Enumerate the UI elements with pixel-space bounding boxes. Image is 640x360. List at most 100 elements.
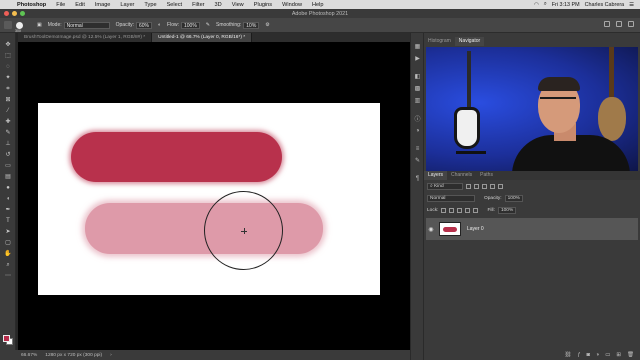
gradients-panel-icon[interactable]: ▥ xyxy=(414,97,421,104)
document-canvas[interactable] xyxy=(38,103,380,295)
brush-settings-icon[interactable]: ▣ xyxy=(37,22,42,28)
rectangle-tool-icon[interactable]: ▢ xyxy=(4,239,12,247)
menu-filter[interactable]: Filter xyxy=(192,2,204,8)
eyedropper-tool-icon[interactable]: ⁄ xyxy=(4,107,12,115)
info-panel-icon[interactable]: ⓘ xyxy=(414,115,421,123)
gradient-tool-icon[interactable]: ▤ xyxy=(4,173,12,181)
crop-tool-icon[interactable]: ⌗ xyxy=(4,85,12,93)
menu-select[interactable]: Select xyxy=(167,2,183,8)
brush-preset-picker[interactable]: 300 xyxy=(15,21,23,33)
blur-tool-icon[interactable]: ● xyxy=(4,184,12,192)
pen-tool-icon[interactable]: ✒ xyxy=(4,206,12,214)
new-layer-icon[interactable]: ⊞ xyxy=(616,352,621,358)
menu-window[interactable]: Window xyxy=(282,2,302,8)
healing-brush-tool-icon[interactable]: ✚ xyxy=(4,118,12,126)
layer-row[interactable]: ◉ Layer 0 xyxy=(426,218,638,240)
menu-layer[interactable]: Layer xyxy=(120,2,134,8)
airbrush-icon[interactable]: ✎ xyxy=(206,22,210,28)
smart-object-filter-icon[interactable] xyxy=(498,184,503,189)
pressure-opacity-icon[interactable]: ◐ xyxy=(158,22,161,28)
tab-navigator[interactable]: Navigator xyxy=(454,37,485,46)
link-layers-icon[interactable]: ⛓ xyxy=(565,352,572,358)
user-name[interactable]: Charles Cabrera xyxy=(585,2,625,8)
zoom-level[interactable]: 66.67% xyxy=(21,353,37,358)
layer-opacity-input[interactable]: 100% xyxy=(504,195,523,202)
hand-tool-icon[interactable]: ✋ xyxy=(4,250,12,258)
menu-view[interactable]: View xyxy=(232,2,244,8)
mode-select[interactable]: Normal xyxy=(63,21,110,29)
trash-icon[interactable]: 🗑 xyxy=(627,352,634,358)
kind-filter-select[interactable]: ⌕ Kind xyxy=(427,183,463,190)
lock-position-icon[interactable] xyxy=(457,208,463,213)
adjustment-filter-icon[interactable] xyxy=(474,184,479,189)
eye-icon[interactable]: ◉ xyxy=(426,226,436,233)
tab-histogram[interactable]: Histogram xyxy=(424,37,455,46)
history-panel-icon[interactable]: ▦ xyxy=(414,43,421,50)
lock-artboard-icon[interactable] xyxy=(465,208,471,213)
lock-image-icon[interactable] xyxy=(449,208,455,213)
lock-all-icon[interactable] xyxy=(473,208,479,213)
actions-panel-icon[interactable]: ▶ xyxy=(414,55,421,62)
tab-untitled-1[interactable]: Untitled-1 @ 66.7% (Layer 0, RGB/16*) * xyxy=(152,33,253,42)
minimize-window-button[interactable] xyxy=(12,11,17,16)
eraser-tool-icon[interactable]: ▭ xyxy=(4,162,12,170)
type-tool-icon[interactable]: T xyxy=(4,217,12,225)
menu-type[interactable]: Type xyxy=(144,2,156,8)
brush-tool-icon[interactable]: ✎ xyxy=(4,129,12,137)
marquee-tool-icon[interactable]: ⬚ xyxy=(4,52,12,60)
type-filter-icon[interactable] xyxy=(482,184,487,189)
new-group-icon[interactable]: ▭ xyxy=(605,352,610,358)
brush-settings-panel-icon[interactable]: ✎ xyxy=(414,157,421,164)
frame-tool-icon[interactable]: ⊠ xyxy=(4,96,12,104)
layer-name[interactable]: Layer 0 xyxy=(467,226,484,232)
menu-edit[interactable]: Edit xyxy=(75,2,85,8)
lasso-tool-icon[interactable]: ◌ xyxy=(4,63,12,71)
adjustment-layer-icon[interactable]: ◑ xyxy=(596,352,599,358)
color-panel-icon[interactable]: ◧ xyxy=(414,73,421,80)
clock[interactable]: Fri 3:13 PM xyxy=(552,2,580,8)
paragraph-panel-icon[interactable]: ¶ xyxy=(414,175,421,182)
canvas-workspace[interactable] xyxy=(18,42,410,350)
smoothing-input[interactable]: 10% xyxy=(243,21,260,29)
dodge-tool-icon[interactable]: ◖ xyxy=(4,195,12,203)
document-info[interactable]: 1280 px x 720 px (300 ppi) xyxy=(45,353,102,358)
path-selection-tool-icon[interactable]: ➤ xyxy=(4,228,12,236)
menu-help[interactable]: Help xyxy=(312,2,324,8)
zoom-tool-icon[interactable]: ⌕ xyxy=(4,261,12,269)
chevron-right-icon[interactable]: › xyxy=(110,353,112,358)
add-mask-icon[interactable]: ◙ xyxy=(587,352,590,358)
properties-panel-icon[interactable]: ≡ xyxy=(414,145,421,152)
fill-input[interactable]: 100% xyxy=(497,207,517,214)
menu-plugins[interactable]: Plugins xyxy=(254,2,272,8)
home-icon[interactable] xyxy=(4,21,12,29)
control-center-icon[interactable]: ☰ xyxy=(629,2,634,8)
tab-layers[interactable]: Layers xyxy=(424,171,448,180)
shape-filter-icon[interactable] xyxy=(490,184,495,189)
lock-pixels-icon[interactable] xyxy=(441,208,447,213)
workspace-icon[interactable] xyxy=(616,21,622,27)
adjustments-panel-icon[interactable]: ◑ xyxy=(414,127,421,134)
move-tool-icon[interactable]: ✥ xyxy=(4,41,12,49)
pixel-filter-icon[interactable] xyxy=(466,184,471,189)
swatches-panel-icon[interactable]: ▩ xyxy=(414,85,421,92)
tab-brush-demo[interactable]: BrushToolDemoImage.psd @ 12.5% (Layer 1,… xyxy=(18,33,153,42)
tab-channels[interactable]: Channels xyxy=(447,171,476,180)
clone-stamp-tool-icon[interactable]: ⊥ xyxy=(4,140,12,148)
close-window-button[interactable] xyxy=(4,11,9,16)
search-icon[interactable]: ⌕ xyxy=(544,1,547,8)
edit-toolbar-icon[interactable]: ⋯ xyxy=(4,272,12,280)
quick-select-tool-icon[interactable]: ✦ xyxy=(4,74,12,82)
opacity-input[interactable]: 60% xyxy=(135,21,152,29)
menu-photoshop[interactable]: Photoshop xyxy=(17,2,46,8)
menu-3d[interactable]: 3D xyxy=(215,2,222,8)
tab-paths[interactable]: Paths xyxy=(476,171,497,180)
fx-icon[interactable]: ƒ xyxy=(577,352,580,358)
smoothing-options-icon[interactable]: ⚙ xyxy=(265,22,269,28)
wifi-icon[interactable]: ◠ xyxy=(534,2,539,8)
zoom-window-button[interactable] xyxy=(20,11,25,16)
search-panel-icon[interactable] xyxy=(604,21,610,27)
menu-file[interactable]: File xyxy=(56,2,65,8)
menu-image[interactable]: Image xyxy=(95,2,111,8)
foreground-color-swatch[interactable] xyxy=(3,335,10,342)
history-brush-tool-icon[interactable]: ↺ xyxy=(4,151,12,159)
